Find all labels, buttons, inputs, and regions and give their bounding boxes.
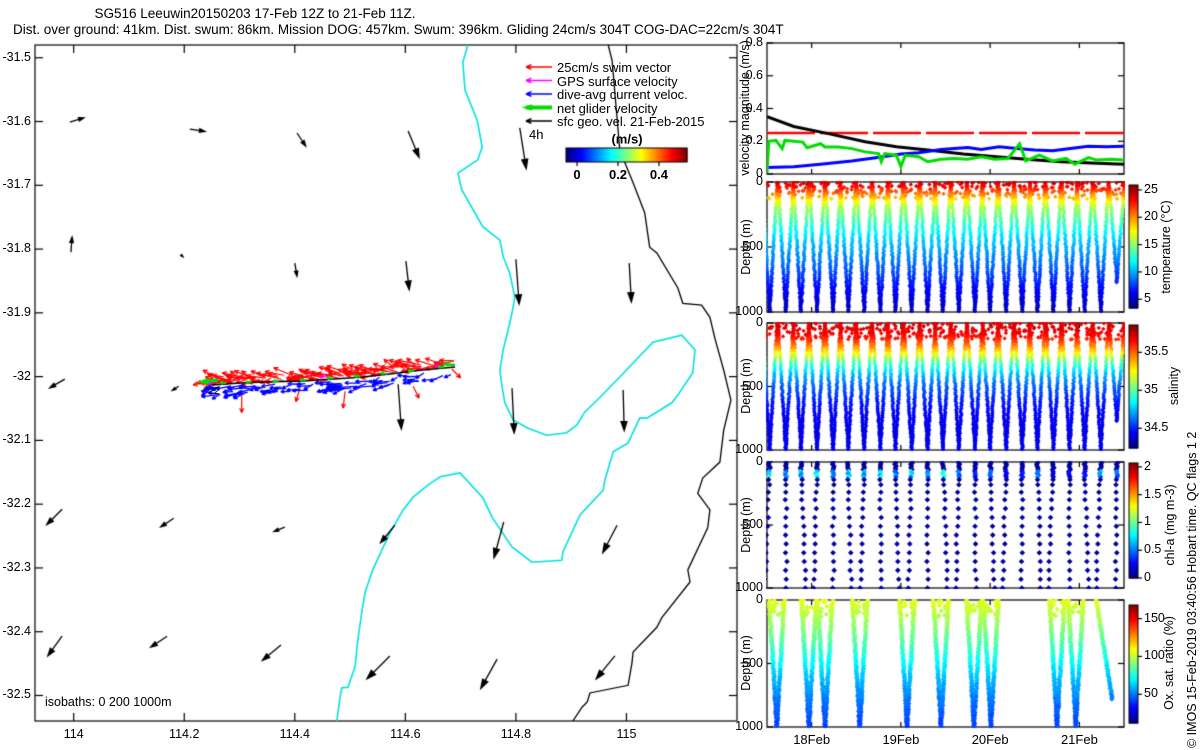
map-y-tick-label: -31.8 [2, 241, 32, 256]
page-title: SG516 Leeuwin20150203 17-Feb 12Z to 21-F… [94, 6, 416, 21]
map-x-tick-label: 114.2 [169, 727, 200, 741]
temp-colorbar-tick-label: 20 [1144, 209, 1158, 224]
map-y-tick-label: -32.5 [2, 687, 32, 702]
sal-colorbar-tick-label: 35.5 [1144, 344, 1169, 359]
map-colorbar-tick-label: 0.2 [608, 167, 628, 182]
map-y-tick-label: -32 [12, 368, 31, 383]
oxy-y-tick-label: 1000 [735, 719, 763, 733]
map-colorbar-tick-label: 0.4 [649, 167, 668, 182]
sal-y-tick-label: 500 [742, 378, 763, 393]
temp-colorbar-tick-label: 15 [1144, 236, 1158, 251]
quiver-scale-label: 4h [529, 127, 544, 142]
map-y-tick-label: -32.4 [2, 623, 32, 638]
map-colorbar-tick-label: 0 [573, 167, 581, 182]
chl-colorbar-tick-label: 2 [1144, 458, 1151, 473]
velocity-y-tick-label: 0.4 [745, 100, 763, 115]
chla-y-tick-label: 0 [756, 454, 763, 468]
map-x-tick-label: 114.8 [500, 727, 532, 741]
map-y-tick-label: -31.7 [2, 177, 32, 192]
temp-colorbar-tick-label: 10 [1144, 263, 1158, 278]
chl-colorbar-tick-label: 1 [1144, 514, 1151, 529]
map-y-tick-label: -31.6 [2, 113, 32, 128]
map-x-tick-label: 114 [63, 727, 84, 741]
figure-root: { "header": { "title": "SG516 Leeuwin201… [0, 0, 1200, 750]
map-y-tick-label: -32.2 [2, 496, 32, 511]
oxy-colorbar-tick-label: 50 [1144, 686, 1158, 701]
legend-label-sfc-geo-vel: sfc geo. vel. 21-Feb-2015 [557, 114, 705, 129]
velocity-y-tick-label: 0.2 [745, 133, 763, 148]
sal-colorbar-tick-label: 34.5 [1144, 420, 1169, 435]
oxygen-x-tick-label: 18Feb [793, 732, 831, 747]
map-y-tick-label: -31.9 [2, 304, 32, 319]
oxy-y-tick-label: 0 [756, 592, 763, 606]
chl-colorbar-tick-label: 0 [1144, 570, 1151, 584]
map-x-tick-label: 115 [616, 727, 637, 741]
temperature-colorbar-label: temperature (°C) [1159, 200, 1173, 294]
oxy-colorbar-tick-label: 150 [1144, 610, 1165, 625]
chla-y-tick-label: 500 [742, 517, 763, 531]
oxy-y-tick-label: 500 [742, 655, 763, 670]
chla-colorbar-label: chl-a (mg m-3) [1163, 484, 1177, 566]
temp-y-tick-label: 500 [742, 239, 763, 253]
map-y-tick-label: -32.1 [2, 432, 32, 447]
map-colorbar-title: (m/s) [611, 131, 643, 147]
chl-colorbar-tick-label: 0.5 [1144, 542, 1162, 557]
dive-number-label: 22 [208, 385, 220, 397]
oxy-colorbar-tick-label: 100 [1144, 648, 1165, 663]
chl-colorbar-tick-label: 1.5 [1144, 486, 1162, 501]
oxygen-x-tick-label: 19Feb [882, 732, 920, 747]
map-x-tick-label: 114.6 [390, 727, 421, 741]
isobaths-label: isobaths: 0 200 1000m [45, 695, 172, 709]
oxygen-x-tick-label: 20Feb [971, 732, 1009, 747]
sal-colorbar-tick-label: 35 [1144, 382, 1158, 397]
map-y-tick-label: -32.3 [2, 559, 32, 574]
oxygen-colorbar-label: Ox. sat. ratio (%) [1162, 616, 1176, 710]
temp-y-tick-label: 0 [756, 174, 763, 188]
salinity-colorbar-label: salinity [1167, 366, 1181, 406]
map-x-tick-label: 114.4 [279, 727, 310, 741]
temp-colorbar-tick-label: 5 [1144, 291, 1151, 306]
imos-attribution: © IMOS 15-Feb-2019 03:40:56 Hobart time.… [1185, 431, 1199, 748]
sal-y-tick-label: 0 [756, 315, 763, 329]
velocity-y-tick-label: 0.8 [745, 35, 763, 49]
page-subtitle: Dist. over ground: 41km. Dist. swum: 86k… [13, 22, 784, 37]
oxygen-x-tick-label: 21Feb [1060, 732, 1098, 747]
map-y-tick-label: -31.5 [2, 49, 32, 64]
temp-colorbar-tick-label: 25 [1144, 181, 1158, 196]
velocity-y-tick-label: 0.6 [745, 67, 763, 82]
